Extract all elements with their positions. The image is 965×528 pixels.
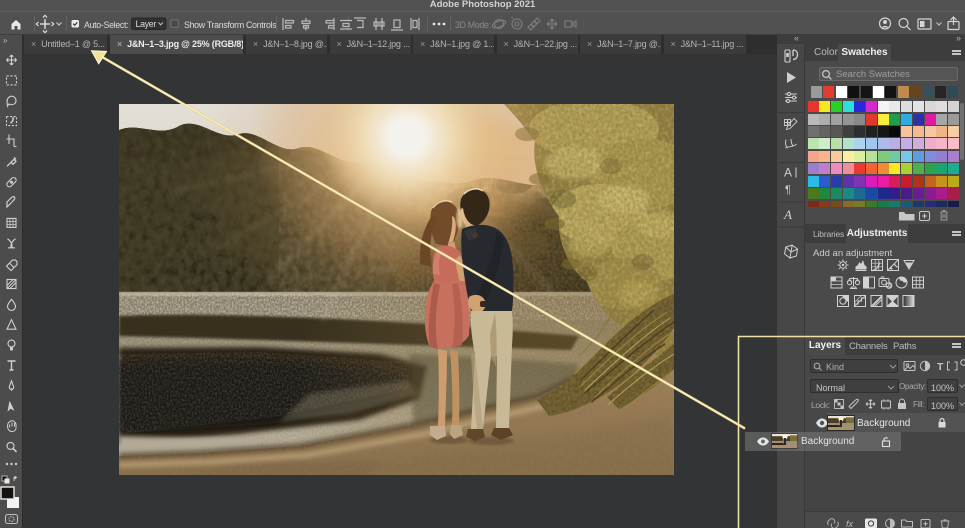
svg-text:A: A (783, 207, 792, 222)
svg-text:fx: fx (846, 519, 854, 528)
svg-text:A: A (784, 166, 792, 180)
svg-text:¶: ¶ (785, 184, 791, 196)
svg-text:»: » (3, 36, 8, 45)
svg-text:T: T (937, 361, 944, 373)
